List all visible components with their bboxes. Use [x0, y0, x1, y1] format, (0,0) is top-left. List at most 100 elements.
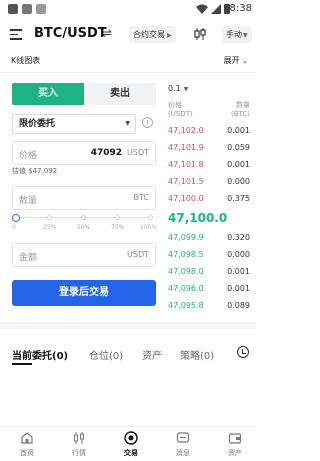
- amount-header-label: 数量: [236, 101, 250, 109]
- nav-market[interactable]: 行情: [59, 431, 99, 458]
- bid-row[interactable]: 47,098.5 0.000: [168, 250, 250, 262]
- tab-positions[interactable]: 仓位(0): [89, 347, 123, 362]
- app-notification-icon: [36, 4, 46, 14]
- slider-stop[interactable]: [47, 215, 52, 220]
- kline-chart-label: K线图表: [11, 56, 41, 65]
- nav-home[interactable]: 首页: [7, 431, 47, 458]
- ask-price: 47,101.9: [168, 143, 204, 152]
- bid-price: 47,096.0: [168, 284, 204, 293]
- bid-price: 47,098.0: [168, 267, 204, 276]
- ask-amount: 0.000: [227, 177, 250, 186]
- market-icon: [74, 432, 84, 444]
- nav-messages[interactable]: 消息: [163, 431, 203, 458]
- caret-down-icon: ▼: [183, 86, 189, 93]
- bid-price: 47,099.9: [168, 233, 204, 242]
- contract-trade-label: 合约交易: [133, 30, 165, 39]
- trading-pair-title[interactable]: BTC/USDT: [34, 26, 107, 41]
- status-time: 8:38: [229, 3, 252, 14]
- triangle-right-icon: ▶: [167, 32, 172, 39]
- expand-chart-toggle[interactable]: 展开 ⌄: [224, 55, 248, 66]
- menu-icon[interactable]: [10, 29, 22, 40]
- tab-assets[interactable]: 资产: [142, 347, 162, 362]
- quantity-placeholder: 数量: [19, 196, 38, 206]
- order-history-icon[interactable]: [237, 346, 249, 358]
- login-to-trade-button[interactable]: 登录后交易: [12, 280, 156, 306]
- bid-price: 47,095.8: [168, 301, 204, 310]
- chevron-down-icon: ⌄: [242, 57, 248, 65]
- ask-amount: 0.001: [227, 160, 250, 169]
- nav-label: 行情: [72, 449, 86, 457]
- signal-icon: [211, 4, 221, 14]
- price-input[interactable]: 价格 47092 USDT: [12, 141, 156, 165]
- info-icon[interactable]: i: [142, 117, 153, 128]
- price-estimate: 估值 $47,092: [12, 167, 58, 175]
- amount-placeholder: 金额: [19, 253, 38, 263]
- home-icon: [21, 432, 33, 444]
- quantity-unit: BTC: [133, 193, 150, 202]
- nav-label: 消息: [176, 449, 190, 457]
- bid-row[interactable]: 47,099.9 0.320: [168, 233, 250, 245]
- ask-price: 47,102.0: [168, 126, 204, 135]
- ask-price: 47,101.8: [168, 160, 204, 169]
- amount-input[interactable]: 金额 USDT: [12, 243, 156, 267]
- sell-tab[interactable]: 卖出: [84, 83, 156, 105]
- ask-row[interactable]: 47,101.8 0.001: [168, 160, 250, 172]
- bid-amount: 0.089: [227, 301, 250, 310]
- quantity-slider[interactable]: 0 25% 50% 75% 100%: [12, 214, 157, 232]
- nav-label: 交易: [124, 449, 138, 457]
- tab-current-orders[interactable]: 当前委托(0): [12, 347, 68, 362]
- ask-row[interactable]: 47,101.5 0.000: [168, 177, 250, 189]
- slider-stop[interactable]: [148, 215, 153, 220]
- order-type-select[interactable]: 限价委托 ▼: [12, 114, 136, 134]
- top-bar: BTC/USDT ⇌ 合约交易 ▶ 手动▼: [0, 20, 256, 50]
- price-placeholder: 价格: [19, 151, 38, 161]
- mode-select-button[interactable]: 手动▼: [222, 26, 252, 43]
- status-bar: 8:38: [0, 0, 256, 20]
- bottom-nav: 首页 行情 交易 消息 资产: [0, 426, 256, 461]
- order-type-value: 限价委托: [19, 119, 56, 129]
- tab-strategies[interactable]: 策略(0): [180, 347, 214, 362]
- price-column-header: 价格 (USDT): [168, 101, 193, 119]
- ask-amount: 0.375: [227, 194, 250, 203]
- kline-chart-row[interactable]: K线图表 展开 ⌄: [0, 52, 256, 70]
- ask-row[interactable]: 47,101.9 0.059: [168, 143, 250, 155]
- price-unit: USDT: [127, 148, 149, 157]
- amount-unit: USDT: [127, 250, 149, 259]
- divider: [0, 72, 256, 73]
- wifi-icon: [196, 4, 208, 14]
- trade-icon: [124, 431, 138, 445]
- bid-amount: 0.001: [227, 284, 250, 293]
- expand-label: 展开: [223, 56, 240, 65]
- bid-amount: 0.001: [227, 267, 250, 276]
- depth-select[interactable]: 0.1 ▼: [168, 84, 188, 93]
- nav-label: 首页: [20, 449, 34, 457]
- buy-tab[interactable]: 买入: [12, 83, 84, 105]
- nav-assets[interactable]: 资产: [215, 431, 255, 458]
- chevron-down-icon: ▼: [243, 32, 248, 39]
- contract-trade-button[interactable]: 合约交易 ▶: [129, 26, 176, 43]
- swap-icon[interactable]: ⇌: [102, 26, 112, 40]
- bid-amount: 0.320: [227, 233, 250, 242]
- nav-trade[interactable]: 交易: [111, 431, 151, 458]
- ask-price: 47,101.5: [168, 177, 204, 186]
- slider-stop[interactable]: [81, 215, 86, 220]
- ask-row[interactable]: 47,100.0 0.375: [168, 194, 250, 206]
- amount-header-unit: (BTC): [230, 110, 250, 118]
- quantity-input[interactable]: 数量 BTC: [12, 186, 156, 210]
- depth-value: 0.1: [168, 84, 181, 93]
- bid-amount: 0.000: [227, 250, 250, 259]
- app-notification-icon: [22, 4, 32, 14]
- slider-stop[interactable]: [115, 215, 120, 220]
- price-value: 47092: [90, 148, 122, 158]
- slider-handle[interactable]: [12, 214, 20, 222]
- bid-row[interactable]: 47,096.0 0.001: [168, 284, 250, 296]
- slider-tick-label: 50%: [77, 224, 91, 231]
- candlestick-icon[interactable]: [193, 27, 207, 41]
- ask-row[interactable]: 47,102.0 0.001: [168, 126, 250, 138]
- slider-tick-label: 0: [12, 224, 16, 231]
- active-tab-indicator: [12, 363, 32, 365]
- last-price: 47,100.0: [168, 211, 228, 225]
- bid-row[interactable]: 47,095.8 0.089: [168, 301, 250, 313]
- bid-row[interactable]: 47,098.0 0.001: [168, 267, 250, 279]
- amount-column-header: 数量 (BTC): [231, 101, 250, 119]
